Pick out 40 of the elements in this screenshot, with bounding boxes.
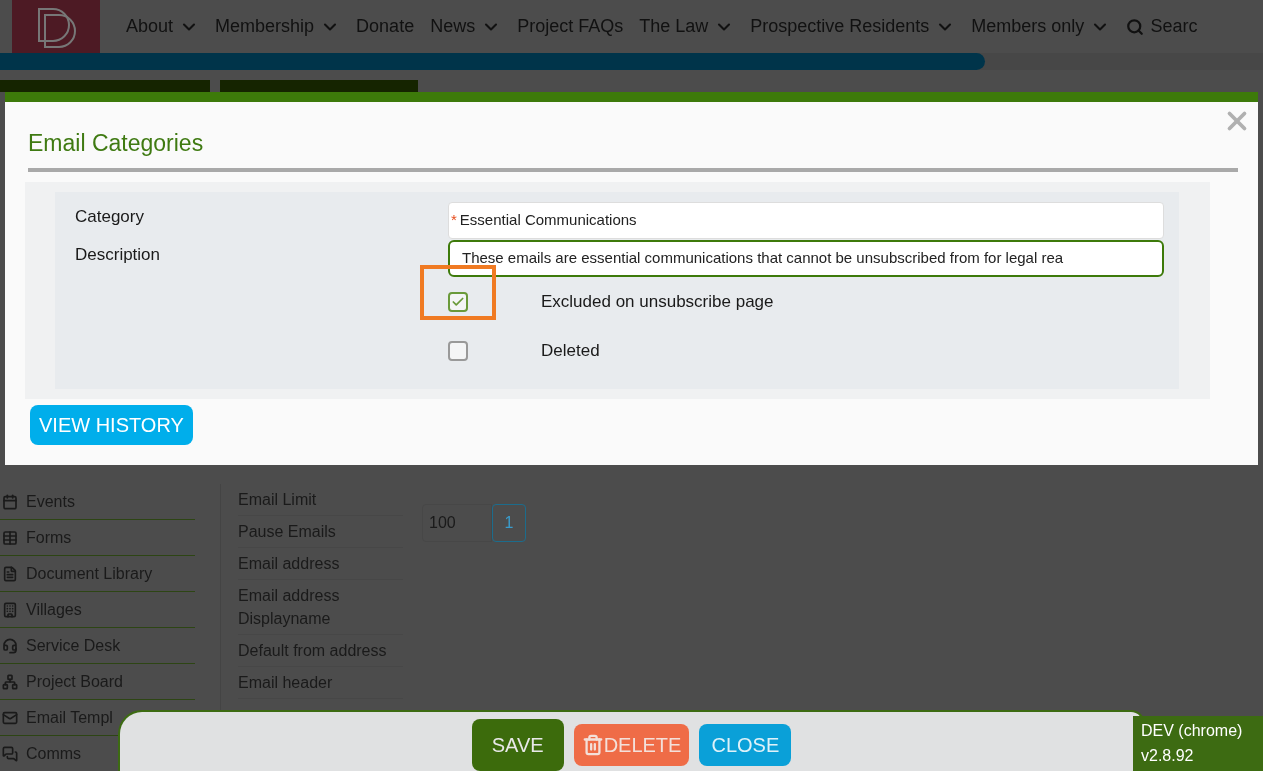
field-label: Description — [75, 244, 162, 266]
text-field[interactable]: * Essential Communications — [448, 202, 1164, 239]
file-icon — [2, 565, 18, 582]
headset-icon — [2, 637, 18, 654]
environment-label: v2.8.92 — [1141, 746, 1195, 766]
site-logo[interactable] — [12, 0, 100, 53]
environment-label: DEV (chrome) — [1141, 721, 1244, 741]
network-icon — [2, 673, 18, 690]
checkbox[interactable] — [448, 341, 468, 361]
checkbox-label: Deleted — [541, 340, 600, 363]
mail-icon — [2, 709, 18, 726]
nav-link[interactable]: News — [430, 13, 476, 40]
nav-link[interactable]: Donate — [356, 13, 415, 40]
nav-link[interactable]: The Law — [639, 13, 709, 40]
checkbox-label: Excluded on unsubscribe page — [541, 291, 774, 314]
nav-link[interactable]: Searc — [1150, 13, 1198, 40]
modal-title: Email Categories — [28, 129, 205, 158]
check-icon — [451, 295, 465, 309]
table-icon — [2, 529, 18, 546]
nav-link[interactable]: Members only — [971, 13, 1085, 40]
checkbox[interactable] — [448, 292, 468, 312]
field-label: Category — [75, 206, 145, 228]
view-history-button[interactable]: VIEW HISTORY — [30, 405, 193, 445]
building-icon — [2, 601, 18, 618]
nav-link[interactable]: Prospective Residents — [750, 13, 930, 40]
trash-icon — [581, 733, 604, 756]
delete-button[interactable]: DELETE — [573, 723, 690, 766]
text-field[interactable]: These emails are essential communications that cannot be unsubscribed from for legal rea — [448, 240, 1164, 277]
field-value: Essential Communications — [459, 210, 637, 231]
page-button[interactable]: 1 — [492, 504, 526, 542]
required-asterisk: * — [451, 210, 457, 231]
search-icon — [1126, 17, 1145, 36]
nav-link[interactable]: About — [126, 13, 174, 40]
save-button[interactable]: SAVE — [471, 718, 564, 771]
calendar-icon — [2, 493, 18, 510]
messages-icon — [2, 745, 18, 762]
nav-link[interactable]: Membership — [215, 13, 315, 40]
close-button[interactable]: CLOSE — [699, 723, 792, 766]
nav-link[interactable]: Project FAQs — [517, 13, 624, 40]
field-value: These emails are essential communications that cannot be unsubscribed from for legal rea — [462, 248, 1064, 269]
